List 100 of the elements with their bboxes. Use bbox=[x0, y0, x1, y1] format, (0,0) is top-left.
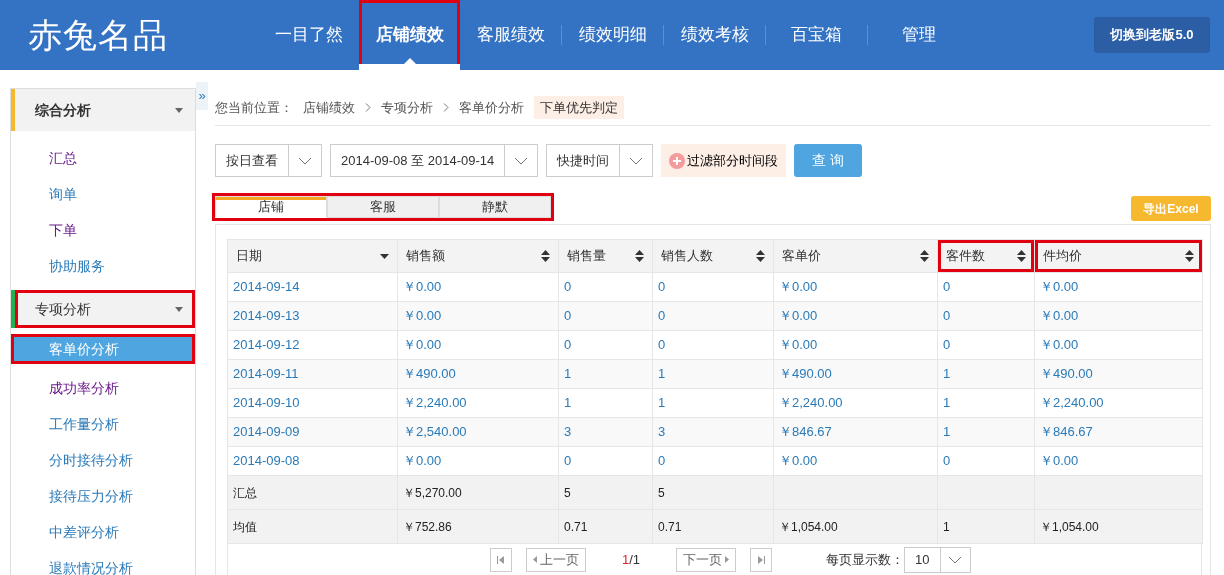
value-link[interactable]: ￥0.00 bbox=[779, 453, 818, 469]
nav-tab[interactable]: 一目了然 bbox=[258, 0, 359, 70]
value-link[interactable]: ￥0.00 bbox=[779, 337, 818, 353]
value-link[interactable]: ￥490.00 bbox=[779, 366, 832, 382]
exclude-time-button[interactable]: 过滤部分时间段 bbox=[661, 144, 787, 177]
plus-icon bbox=[669, 152, 686, 169]
column-header[interactable]: 客单价 bbox=[774, 240, 937, 272]
tab[interactable]: 静默 bbox=[439, 196, 551, 218]
value-link[interactable]: 0 bbox=[658, 308, 666, 324]
table-cell: ￥1,054.00 bbox=[1034, 509, 1203, 544]
value-link[interactable]: ￥0.00 bbox=[1040, 308, 1079, 324]
nav-tab[interactable]: 绩效明细 bbox=[562, 0, 663, 70]
previous-page-button[interactable]: 上一页 bbox=[526, 547, 586, 572]
value-link[interactable]: ￥846.67 bbox=[779, 424, 832, 440]
triangle-right-icon bbox=[725, 556, 730, 563]
sidebar-item[interactable]: 退款情况分析 bbox=[11, 550, 195, 575]
value-link[interactable]: 0 bbox=[658, 337, 666, 353]
next-page-button[interactable]: 下一页 bbox=[676, 547, 737, 572]
value-link[interactable]: 3 bbox=[564, 424, 572, 440]
sidebar-item[interactable]: 成功率分析 bbox=[11, 370, 195, 406]
value-link[interactable]: 0 bbox=[564, 453, 572, 469]
value-link[interactable]: 0 bbox=[564, 308, 572, 324]
sidebar-item[interactable]: 中差评分析 bbox=[11, 514, 195, 550]
nav-tab[interactable]: 客服绩效 bbox=[460, 0, 561, 70]
table-cell: 1 bbox=[937, 509, 1035, 544]
last-page-button[interactable] bbox=[750, 547, 773, 572]
tab[interactable]: 客服 bbox=[327, 196, 439, 218]
sidebar-item[interactable]: 下单 bbox=[11, 212, 195, 248]
breadcrumb-item[interactable]: 店铺绩效 bbox=[303, 97, 355, 118]
column-header[interactable]: 日期 bbox=[228, 240, 397, 272]
nav-tab[interactable]: 绩效考核 bbox=[664, 0, 765, 70]
first-page-icon bbox=[497, 555, 505, 564]
value-link[interactable]: ￥0.00 bbox=[779, 308, 818, 324]
nav-tab[interactable]: 百宝箱 bbox=[766, 0, 867, 70]
value-link[interactable]: ￥846.67 bbox=[1040, 424, 1093, 440]
value-link[interactable]: 0 bbox=[943, 337, 951, 353]
sidebar-group-header[interactable]: 综合分析 bbox=[11, 89, 195, 131]
chevron-down-icon bbox=[514, 156, 529, 165]
value-link[interactable]: 1 bbox=[943, 366, 951, 382]
chevron-down-icon bbox=[948, 555, 963, 564]
query-button[interactable]: 查 询 bbox=[794, 144, 863, 177]
date-range-field[interactable]: 2014-09-08 至 2014-09-14 bbox=[330, 144, 539, 177]
sidebar-item[interactable]: 汇总 bbox=[11, 140, 195, 176]
value-link[interactable]: 1 bbox=[658, 395, 666, 411]
column-header[interactable]: 件均价 bbox=[1035, 240, 1202, 272]
value-link[interactable]: 1 bbox=[564, 395, 572, 411]
sidebar-item[interactable]: 工作量分析 bbox=[11, 406, 195, 442]
value-link[interactable]: ￥0.00 bbox=[403, 453, 442, 469]
sidebar-item[interactable]: 协助服务 bbox=[11, 248, 195, 284]
sidebar-item[interactable]: 接待压力分析 bbox=[11, 478, 195, 514]
value-link[interactable]: ￥0.00 bbox=[1040, 337, 1079, 353]
current-page: 1 bbox=[622, 551, 630, 567]
table-cell: 汇总 bbox=[227, 475, 398, 510]
value-link[interactable]: ￥490.00 bbox=[403, 366, 456, 382]
caret-icon bbox=[175, 306, 183, 312]
breadcrumb-item[interactable]: 专项分析 bbox=[381, 97, 433, 118]
value-link[interactable]: ￥0.00 bbox=[403, 308, 442, 324]
tab[interactable]: 店铺 bbox=[215, 196, 327, 218]
value-link[interactable]: 0 bbox=[943, 279, 951, 295]
value-link[interactable]: 0 bbox=[564, 279, 572, 295]
collapse-toggle[interactable]: » bbox=[196, 82, 208, 110]
page-size-select[interactable]: 10 bbox=[904, 546, 971, 573]
chevron-down-icon bbox=[629, 156, 644, 165]
page-size-label: 每页显示数： bbox=[826, 550, 905, 569]
value-link[interactable]: 0 bbox=[564, 337, 572, 353]
value-link[interactable]: 0 bbox=[658, 279, 666, 295]
last-page-icon bbox=[757, 555, 766, 564]
nav-tab[interactable]: 店铺绩效 bbox=[359, 0, 460, 70]
view-mode-select[interactable]: 按日查看 bbox=[215, 144, 322, 177]
first-page-button[interactable] bbox=[490, 547, 512, 572]
chevron-icon bbox=[365, 103, 371, 112]
column-header[interactable]: 销售额 bbox=[398, 240, 558, 272]
nav-tab[interactable]: 管理 bbox=[868, 0, 969, 70]
value-link[interactable]: ￥0.00 bbox=[779, 279, 818, 295]
value-link[interactable]: 1 bbox=[564, 366, 572, 382]
value-link[interactable]: 0 bbox=[943, 308, 951, 324]
value-link[interactable]: ￥0.00 bbox=[1040, 453, 1079, 469]
sidebar-group-header[interactable]: 专项分析 bbox=[11, 290, 195, 328]
value-link[interactable]: 1 bbox=[943, 395, 951, 411]
column-header[interactable]: 销售量 bbox=[559, 240, 652, 272]
value-link[interactable]: ￥0.00 bbox=[1040, 279, 1079, 295]
value-link[interactable]: 3 bbox=[658, 424, 666, 440]
table-cell: ￥752.86 bbox=[397, 509, 559, 544]
value-link[interactable]: ￥490.00 bbox=[1040, 366, 1093, 382]
table-cell: 0.71 bbox=[652, 509, 774, 544]
caret-icon bbox=[175, 107, 183, 113]
table-cell: 5 bbox=[558, 475, 653, 510]
value-link[interactable]: ￥0.00 bbox=[403, 337, 442, 353]
value-link[interactable]: ￥0.00 bbox=[403, 279, 442, 295]
value-link[interactable]: 0 bbox=[658, 453, 666, 469]
quick-time-select[interactable]: 快捷时间 bbox=[546, 144, 654, 177]
value-link[interactable]: 1 bbox=[658, 366, 666, 382]
sidebar-item[interactable]: 客单价分析 bbox=[11, 334, 195, 364]
value-link[interactable]: 1 bbox=[943, 424, 951, 440]
value-link[interactable]: 0 bbox=[943, 453, 951, 469]
sidebar-item[interactable]: 询单 bbox=[11, 176, 195, 212]
column-header[interactable]: 销售人数 bbox=[653, 240, 773, 272]
column-header[interactable]: 客件数 bbox=[938, 240, 1034, 272]
sidebar-item[interactable]: 分时接待分析 bbox=[11, 442, 195, 478]
switch-version-button[interactable]: 切换到老版5.0 bbox=[1094, 17, 1210, 53]
